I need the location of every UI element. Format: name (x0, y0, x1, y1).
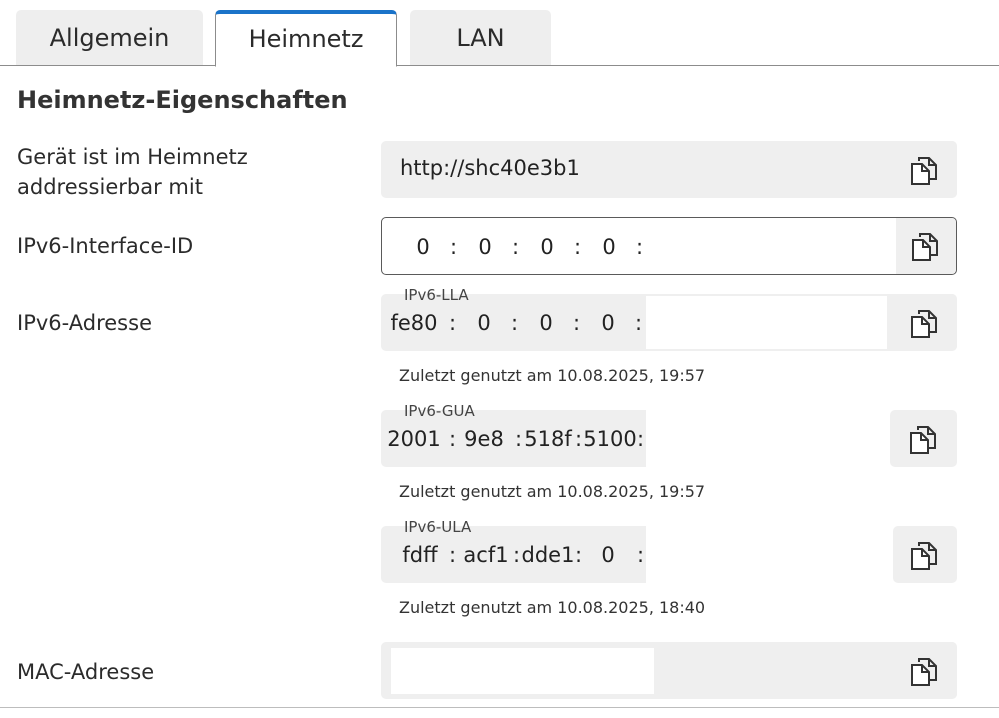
separator: : (574, 235, 582, 259)
ipv6-segment: 5100 (583, 427, 637, 451)
separator: : (637, 427, 645, 451)
copy-ipv6-ula-button[interactable] (893, 526, 957, 583)
separator: : (637, 543, 645, 567)
mac-address-label: MAC-Adresse (17, 660, 155, 684)
interface-id-segment: 0 (540, 235, 554, 259)
separator: : (575, 543, 583, 567)
separator: : (511, 311, 519, 335)
copy-icon (911, 156, 937, 185)
ipv6-segment: 518f (524, 427, 572, 451)
separator: : (573, 311, 581, 335)
copy-icon (909, 425, 936, 454)
ipv6-segment: 9e8 (464, 427, 504, 451)
address-field: http://shc40e3b1 (381, 141, 957, 198)
separator: : (449, 427, 457, 451)
ipv6-lla-subtitle: IPv6-LLA (404, 286, 469, 304)
interface-id-field[interactable]: 0 : 0 : 0 : 0 : (381, 217, 957, 275)
ipv6-segment: 2001 (387, 427, 441, 451)
ipv6-gua-field: IPv6-GUA 2001 : 9e8 : 518f : 5100 : (381, 402, 957, 467)
ipv6-segment: dde1 (521, 543, 575, 567)
address-value: http://shc40e3b1 (400, 156, 580, 180)
copy-icon (911, 541, 937, 570)
redacted-area (646, 296, 887, 349)
ipv6-segment: acf1 (463, 543, 509, 567)
redacted-area (391, 648, 654, 694)
tab-bar: Allgemein Heimnetz LAN (0, 0, 999, 67)
separator: : (635, 311, 643, 335)
ipv6-segment: 0 (539, 311, 553, 335)
ipv6-ula-subtitle: IPv6-ULA (404, 518, 472, 536)
separator: : (513, 543, 521, 567)
copy-icon (911, 309, 937, 338)
ipv6-segment: 0 (477, 311, 491, 335)
copy-icon (911, 657, 937, 686)
copy-ipv6-gua-button[interactable] (890, 410, 957, 467)
ipv6-lla-last-used: Zuletzt genutzt am 10.08.2025, 19:57 (399, 366, 706, 385)
ipv6-segment: 0 (601, 311, 615, 335)
tab-allgemein[interactable]: Allgemein (16, 10, 203, 65)
ipv6-gua-subtitle: IPv6-GUA (404, 402, 475, 420)
copy-interface-id-button[interactable] (896, 218, 956, 274)
copy-ipv6-lla-button[interactable] (893, 294, 957, 351)
tab-lan[interactable]: LAN (410, 10, 551, 65)
separator: : (449, 543, 457, 567)
section-title: Heimnetz-Eigenschaften (17, 86, 348, 114)
ipv6-segment: 0 (601, 543, 615, 567)
copy-mac-address-button[interactable] (893, 642, 957, 699)
ipv6-address-label: IPv6-Adresse (17, 311, 152, 335)
separator: : (575, 427, 583, 451)
ipv6-segment: fe80 (390, 311, 438, 335)
interface-id-segment: 0 (416, 235, 430, 259)
separator: : (449, 311, 457, 335)
separator: : (512, 235, 520, 259)
ipv6-lla-field: IPv6-LLA fe80 : 0 : 0 : 0 : (381, 286, 957, 351)
copy-icon (912, 233, 938, 261)
copy-address-button[interactable] (893, 141, 957, 198)
tab-heimnetz[interactable]: Heimnetz (215, 10, 397, 67)
ipv6-segment: fdff (402, 543, 438, 567)
ipv6-ula-field: IPv6-ULA fdff : acf1 : dde1 : 0 : (381, 518, 957, 583)
ipv6-ula-last-used: Zuletzt genutzt am 10.08.2025, 18:40 (399, 598, 706, 617)
ipv6-gua-last-used: Zuletzt genutzt am 10.08.2025, 19:57 (399, 482, 706, 501)
interface-id-label: IPv6-Interface-ID (17, 234, 194, 258)
separator: : (450, 235, 458, 259)
bottom-divider (0, 707, 999, 708)
mac-address-field (381, 642, 957, 699)
address-label: Gerät ist im Heimnetz addressierbar mit (17, 145, 248, 199)
separator: : (636, 235, 644, 259)
interface-id-segment: 0 (478, 235, 492, 259)
interface-id-segment: 0 (602, 235, 616, 259)
